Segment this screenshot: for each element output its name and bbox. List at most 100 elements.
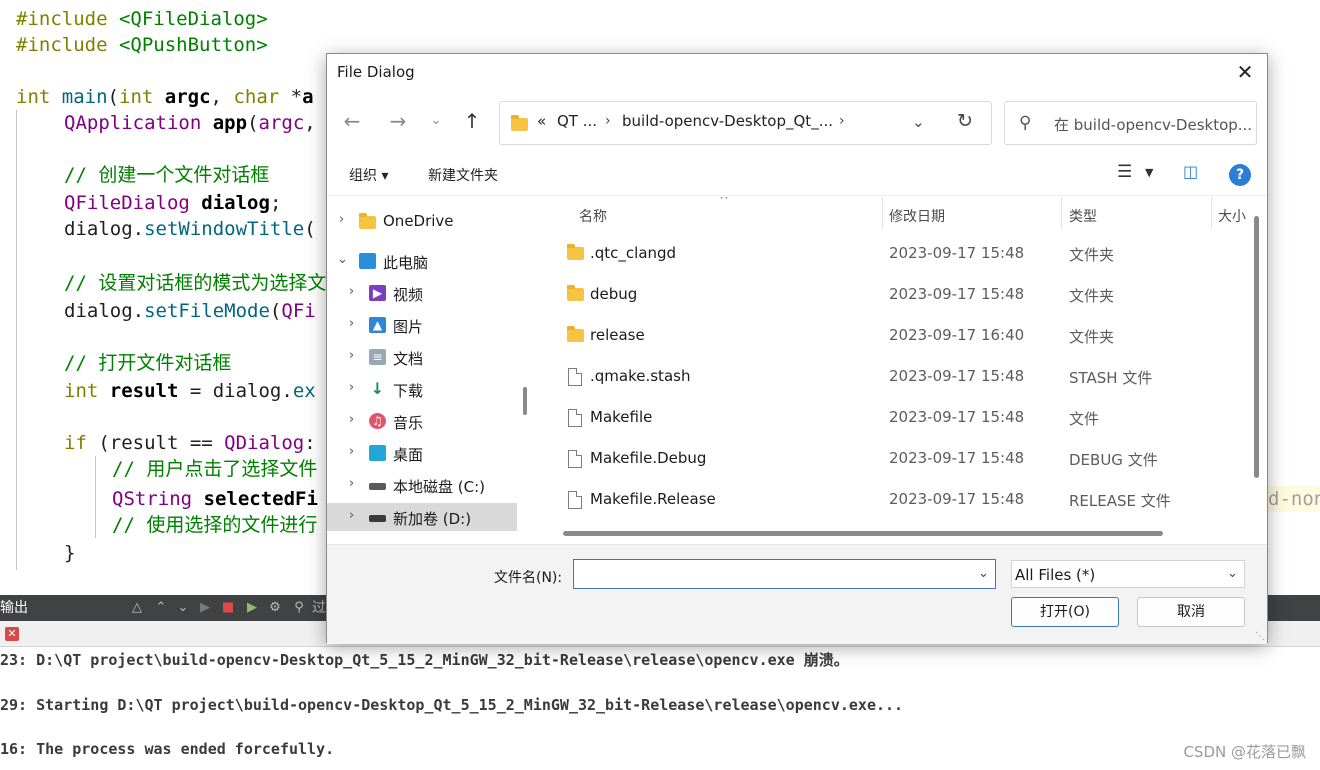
column-header-type[interactable]: 类型 xyxy=(1069,203,1097,231)
organize-button[interactable]: 组织 ▾ xyxy=(349,165,388,185)
expand-chevron-icon[interactable]: › xyxy=(349,316,354,331)
file-row[interactable]: .qtc_clangd 2023-09-17 15:48 文件夹 xyxy=(541,235,1251,276)
expand-chevron-icon[interactable]: › xyxy=(349,348,354,363)
stop-icon[interactable]: ■ xyxy=(219,599,237,617)
nav-item-label: 视频 xyxy=(393,286,424,304)
expand-chevron-icon[interactable]: › xyxy=(349,508,354,523)
preview-pane-icon[interactable]: ◫ xyxy=(1183,162,1198,181)
organize-label: 组织 xyxy=(349,168,377,184)
new-folder-button[interactable]: 新建文件夹 xyxy=(428,165,498,185)
open-button[interactable]: 打开(O) xyxy=(1011,597,1119,627)
close-output-icon[interactable]: ✕ xyxy=(5,627,19,641)
address-overflow[interactable]: « xyxy=(537,112,546,130)
chevron-down-icon[interactable]: ⌄ xyxy=(1227,566,1238,581)
file-date: 2023-09-17 15:48 xyxy=(889,244,1025,262)
nav-item-this-pc[interactable]: ⌄ 此电脑 xyxy=(327,247,517,275)
recent-locations-chevron-icon[interactable]: ⌄ xyxy=(423,109,449,133)
dialog-titlebar: File Dialog ✕ xyxy=(327,54,1267,90)
output-filter-input[interactable]: 过 xyxy=(312,595,326,621)
expand-chevron-icon[interactable]: › xyxy=(349,476,354,491)
clear-icon[interactable]: △ xyxy=(128,599,146,617)
nav-item-pictures[interactable]: › ▲ 图片 xyxy=(327,311,517,339)
view-dropdown-chevron-icon[interactable]: ▼ xyxy=(1145,166,1153,179)
column-header-date[interactable]: 修改日期 xyxy=(889,203,945,231)
nav-item-drive-d[interactable]: › 新加卷 (D:) xyxy=(327,503,517,531)
cancel-button[interactable]: 取消 xyxy=(1137,597,1245,627)
debug-run-icon[interactable]: ▶ xyxy=(243,599,261,617)
run-icon[interactable]: ▶ xyxy=(196,599,214,617)
file-type-filter-select[interactable]: All Files (*) ⌄ xyxy=(1011,560,1245,588)
code-line: QApplication app(argc, xyxy=(64,112,316,134)
nav-item-partial[interactable] xyxy=(327,535,517,543)
breadcrumb-item[interactable]: QT ... xyxy=(557,112,597,130)
file-row[interactable]: release 2023-09-17 16:40 文件夹 xyxy=(541,317,1251,358)
breadcrumb-separator-icon[interactable]: › xyxy=(839,113,845,129)
file-row[interactable]: Makefile.Release 2023-09-17 15:48 RELEAS… xyxy=(541,481,1251,522)
back-arrow-icon[interactable]: ← xyxy=(339,109,365,133)
output-line: 29: Starting D:\QT project\build-opencv-… xyxy=(0,696,904,714)
file-row[interactable]: Makefile.Debug 2023-09-17 15:48 DEBUG 文件 xyxy=(541,440,1251,481)
navigation-bar: ← → ⌄ ↑ « QT ... › build-opencv-Desktop_… xyxy=(327,96,1267,148)
file-row[interactable]: debug 2023-09-17 15:48 文件夹 xyxy=(541,276,1251,317)
command-bar: 组织 ▾ 新建文件夹 ☰ ▼ ◫ ? xyxy=(327,154,1267,196)
expand-chevron-icon[interactable]: › xyxy=(349,444,354,459)
file-name: .qmake.stash xyxy=(590,367,691,385)
breadcrumb-item[interactable]: build-opencv-Desktop_Qt_... xyxy=(622,112,833,130)
expand-chevron-icon[interactable]: › xyxy=(349,412,354,427)
code-line: // 设置对话框的模式为选择文 xyxy=(64,272,327,294)
search-icon: ⚲ xyxy=(294,600,304,615)
address-bar[interactable]: « QT ... › build-opencv-Desktop_Qt_... ›… xyxy=(499,101,992,145)
file-list-vertical-scrollbar[interactable] xyxy=(1254,216,1259,478)
expand-chevron-icon[interactable]: › xyxy=(339,212,344,227)
nav-item-downloads[interactable]: › ↓ 下载 xyxy=(327,375,517,403)
next-icon[interactable]: ⌄ xyxy=(174,599,192,617)
resize-grip-icon[interactable]: ⋱ xyxy=(1255,631,1265,642)
file-name: Makefile.Debug xyxy=(590,449,707,467)
nav-item-documents[interactable]: › ≡ 文档 xyxy=(327,343,517,371)
nav-item-drive-c[interactable]: › 本地磁盘 (C:) xyxy=(327,471,517,499)
forward-arrow-icon[interactable]: → xyxy=(385,109,411,133)
settings-icon[interactable]: ⚙ xyxy=(266,599,284,617)
up-arrow-icon[interactable]: ↑ xyxy=(459,109,485,133)
output-line: 23: D:\QT project\build-opencv-Desktop_Q… xyxy=(0,651,849,669)
drive-icon xyxy=(369,483,386,490)
file-row[interactable]: .qmake.stash 2023-09-17 15:48 STASH 文件 xyxy=(541,358,1251,399)
refresh-icon[interactable]: ↻ xyxy=(957,110,973,132)
close-icon[interactable]: ✕ xyxy=(1235,60,1255,84)
file-date: 2023-09-17 15:48 xyxy=(889,449,1025,467)
nav-item-music[interactable]: › ♫ 音乐 xyxy=(327,407,517,435)
collapse-chevron-icon[interactable]: ⌄ xyxy=(337,252,348,267)
nav-item-label: 桌面 xyxy=(393,446,424,464)
view-options-icon[interactable]: ☰ xyxy=(1117,162,1132,182)
code-line: dialog.setFileMode(QFi xyxy=(64,300,316,322)
file-icon xyxy=(568,368,582,386)
file-list-horizontal-scrollbar[interactable] xyxy=(563,531,1163,536)
file-type: DEBUG 文件 xyxy=(1069,451,1158,469)
filename-label: 文件名(N): xyxy=(494,570,563,586)
prev-icon[interactable]: ⌃ xyxy=(152,599,170,617)
column-header-name[interactable]: 名称 xyxy=(579,203,607,231)
search-box[interactable]: ⚲ 在 build-opencv-Desktop... xyxy=(1004,101,1257,145)
pictures-icon: ▲ xyxy=(369,317,386,333)
navigation-scrollbar[interactable] xyxy=(523,387,527,415)
file-name: debug xyxy=(590,285,638,303)
nav-item-desktop[interactable]: › 桌面 xyxy=(327,439,517,467)
dialog-footer: 文件名(N): ⌄ All Files (*) ⌄ 打开(O) 取消 ⋱ xyxy=(327,544,1267,644)
folder-icon xyxy=(567,285,584,301)
filename-input[interactable] xyxy=(573,559,996,589)
file-icon xyxy=(568,409,582,427)
code-overflow-text: d-non xyxy=(1268,486,1320,512)
expand-chevron-icon[interactable]: › xyxy=(349,380,354,395)
file-dialog: File Dialog ✕ ← → ⌄ ↑ « QT ... › build-o… xyxy=(326,53,1268,644)
breadcrumb-separator-icon[interactable]: › xyxy=(605,113,611,129)
nav-item-onedrive[interactable]: › OneDrive xyxy=(327,207,517,235)
expand-chevron-icon[interactable]: › xyxy=(349,284,354,299)
column-header-size[interactable]: 大小 xyxy=(1218,203,1246,231)
help-icon[interactable]: ? xyxy=(1229,164,1251,186)
nav-item-videos[interactable]: › ▶ 视频 xyxy=(327,279,517,307)
code-line: // 创建一个文件对话框 xyxy=(64,164,270,186)
filename-dropdown-chevron-icon[interactable]: ⌄ xyxy=(978,566,989,581)
address-dropdown-chevron-icon[interactable]: ⌄ xyxy=(912,113,925,131)
search-input[interactable]: 在 build-opencv-Desktop... xyxy=(1054,114,1254,135)
file-row[interactable]: Makefile 2023-09-17 15:48 文件 xyxy=(541,399,1251,440)
